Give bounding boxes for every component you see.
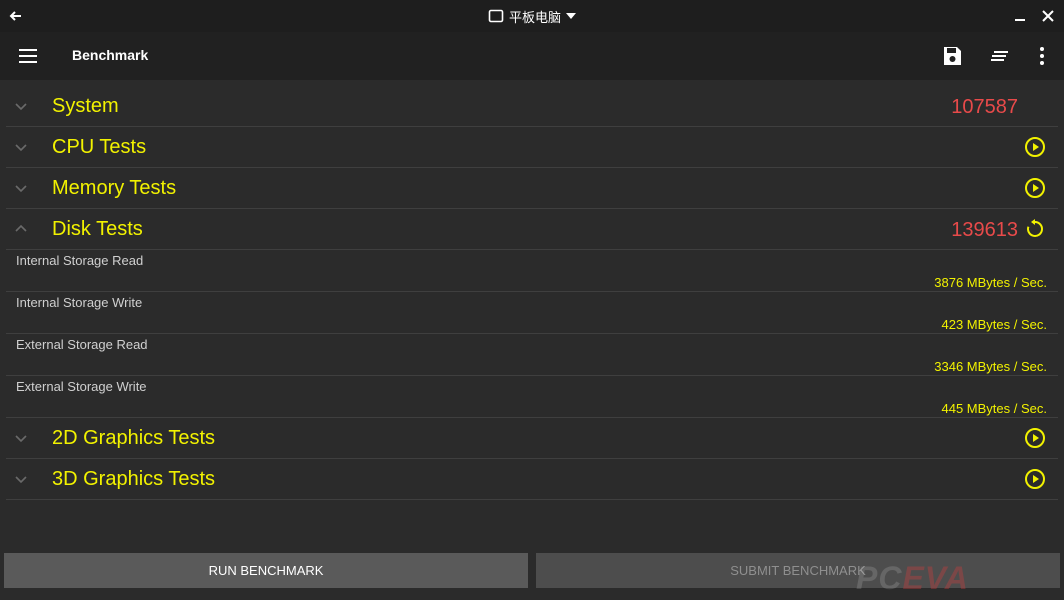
category-label: CPU Tests [52,136,147,158]
refresh-icon[interactable] [1024,218,1046,240]
chevron-down-icon [15,476,27,484]
watermark-part1: PC [856,560,903,596]
category-3d-graphics-tests[interactable]: 3D Graphics Tests [6,459,1058,500]
category-memory-tests[interactable]: Memory Tests [6,168,1058,209]
tablet-icon [488,9,504,23]
result-name: Internal Storage Write [16,295,143,310]
category-label: System [52,95,119,117]
more-vertical-icon[interactable] [1030,44,1054,68]
category-label: 3D Graphics Tests [52,468,216,490]
arrow-left-icon[interactable] [6,6,26,26]
chevron-down-icon [15,435,27,443]
disk-result-row: Internal Storage Write 423 MBytes / Sec. [6,292,1058,334]
close-icon[interactable] [1038,6,1058,26]
play-circle-icon[interactable] [1024,177,1046,199]
disk-result-row: External Storage Read 3346 MBytes / Sec. [6,334,1058,376]
disk-result-row: Internal Storage Read 3876 MBytes / Sec. [6,250,1058,292]
category-label: 2D Graphics Tests [52,427,216,449]
result-value: 445 MBytes / Sec. [941,401,1048,416]
chevron-down-icon [15,144,27,152]
watermark-part2: EVA [902,560,969,596]
category-disk-tests[interactable]: Disk Tests 139613 [6,209,1058,250]
minimize-icon[interactable] [1010,6,1030,26]
chevron-down-icon [15,185,27,193]
play-circle-icon[interactable] [1024,468,1046,490]
chevron-up-icon [15,224,27,232]
benchmark-list: System 107587 CPU Tests Memory Tests Dis… [6,86,1058,500]
disk-result-row: External Storage Write 445 MBytes / Sec. [6,376,1058,418]
run-benchmark-button[interactable]: RUN BENCHMARK [4,553,528,588]
device-mode-selector[interactable]: 平板电脑 [488,6,577,26]
result-value: 423 MBytes / Sec. [941,317,1048,332]
category-label: Disk Tests [52,218,143,240]
window-titlebar: 平板电脑 [0,0,1064,32]
watermark-logo: PCEVA [856,560,969,597]
chevron-down-icon [15,103,27,111]
play-circle-icon[interactable] [1024,427,1046,449]
category-cpu-tests[interactable]: CPU Tests [6,127,1058,168]
submit-benchmark-button[interactable]: SUBMIT BENCHMARK [536,553,1060,588]
result-name: External Storage Read [16,337,148,352]
category-2d-graphics-tests[interactable]: 2D Graphics Tests [6,418,1058,459]
sort-lines-icon[interactable] [988,44,1012,68]
category-score: 139613 [951,219,1018,241]
result-value: 3876 MBytes / Sec. [934,275,1047,290]
result-name: Internal Storage Read [16,253,144,268]
result-value: 3346 MBytes / Sec. [934,359,1047,374]
app-toolbar: Benchmark [0,32,1064,80]
floppy-disk-icon[interactable] [940,44,964,68]
category-system[interactable]: System 107587 [6,86,1058,127]
category-label: Memory Tests [52,177,177,199]
result-name: External Storage Write [16,379,147,394]
page-title: Benchmark [72,47,149,63]
caret-down-icon [566,13,577,19]
device-mode-label: 平板电脑 [509,9,562,25]
category-score: 107587 [951,96,1018,118]
play-circle-icon[interactable] [1024,136,1046,158]
hamburger-menu-icon[interactable] [16,44,40,68]
